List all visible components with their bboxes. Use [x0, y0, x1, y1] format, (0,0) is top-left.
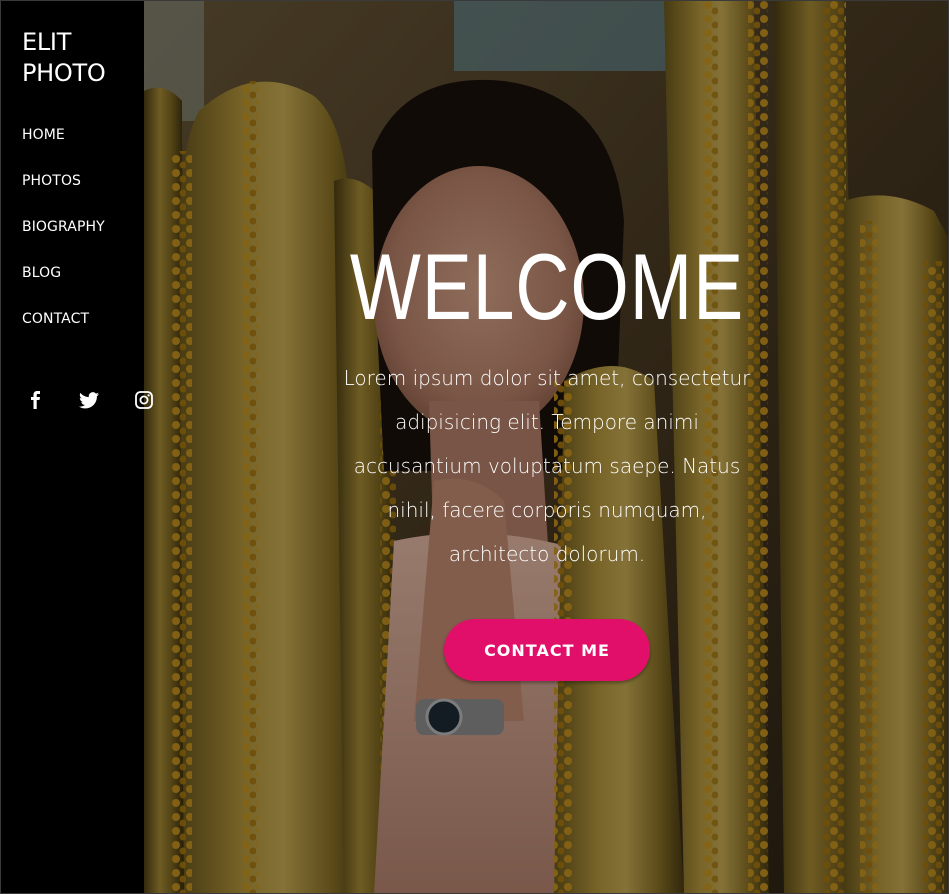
hero-content: WELCOME Lorem ipsum dolor sit amet, cons…: [144, 1, 948, 893]
nav-item-contact[interactable]: CONTACT: [22, 309, 105, 355]
facebook-icon[interactable]: [25, 390, 45, 410]
hero-section: WELCOME Lorem ipsum dolor sit amet, cons…: [144, 1, 948, 893]
hero-title: WELCOME: [349, 234, 745, 339]
contact-me-button[interactable]: CONTACT ME: [444, 619, 650, 681]
social-links: [25, 390, 165, 410]
page: ELIT PHOTO HOME PHOTOS BIOGRAPHY BLOG CO…: [0, 0, 949, 894]
instagram-icon[interactable]: [134, 390, 154, 410]
hero-description: Lorem ipsum dolor sit amet, consectetur …: [343, 366, 751, 566]
nav-item-photos[interactable]: PHOTOS: [22, 171, 105, 217]
brand-logo[interactable]: ELIT PHOTO: [22, 27, 106, 89]
nav-item-home[interactable]: HOME: [22, 125, 105, 171]
nav-item-biography[interactable]: BIOGRAPHY: [22, 217, 105, 263]
twitter-icon[interactable]: [79, 390, 99, 410]
sidebar: ELIT PHOTO HOME PHOTOS BIOGRAPHY BLOG CO…: [1, 1, 153, 893]
nav-item-blog[interactable]: BLOG: [22, 263, 105, 309]
main-nav: HOME PHOTOS BIOGRAPHY BLOG CONTACT: [22, 125, 105, 355]
